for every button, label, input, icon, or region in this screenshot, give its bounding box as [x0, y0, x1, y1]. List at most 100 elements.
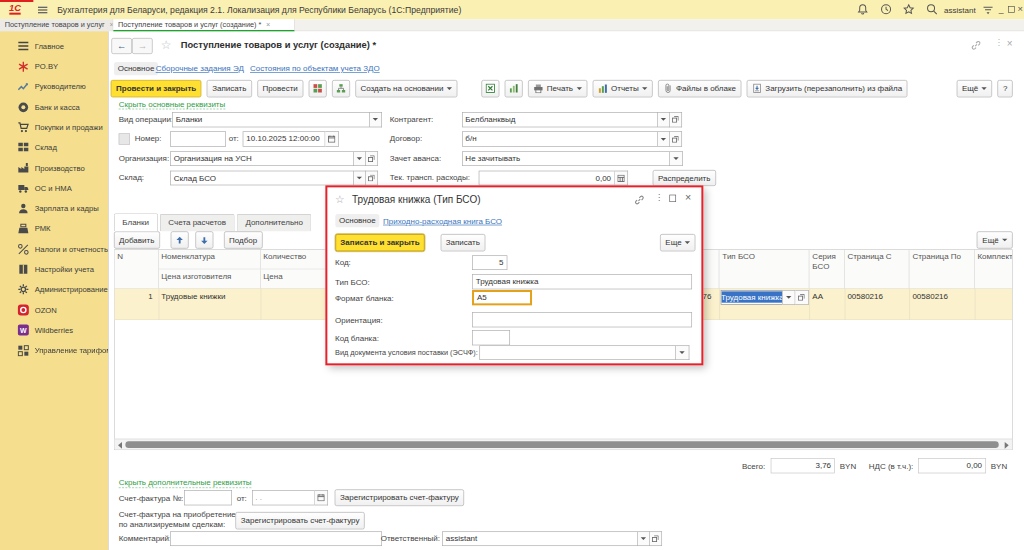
- horizontal-scrollbar[interactable]: [114, 438, 1012, 449]
- grid-tab-dopolnitelno[interactable]: Дополнительно: [237, 214, 312, 231]
- grid-more-button[interactable]: Ещё: [977, 232, 1013, 249]
- contract-open-icon[interactable]: [670, 132, 682, 147]
- sidebar-item-sklad[interactable]: Склад: [0, 137, 108, 157]
- hide-main-requisites-link[interactable]: Скрыть основные реквизиты: [119, 99, 226, 109]
- transport-calc-icon[interactable]: [615, 171, 628, 186]
- responsible-input[interactable]: assistant: [442, 531, 638, 546]
- sidebar-item-proizvodstvo[interactable]: Производство: [0, 158, 108, 178]
- history-clock-icon[interactable]: [880, 3, 892, 15]
- sidebar-item-pokupki-prodazhi[interactable]: Покупки и продажи: [0, 117, 108, 137]
- reports-button[interactable]: Отчеты: [592, 80, 652, 97]
- scrollbar-thumb[interactable]: [125, 441, 998, 448]
- modal-code-input[interactable]: 5: [472, 255, 507, 270]
- warehouse-open-icon[interactable]: [366, 171, 378, 186]
- grid-tab-blanki[interactable]: Бланки: [114, 213, 158, 231]
- date-calendar-icon[interactable]: [325, 132, 338, 147]
- restore-button[interactable]: [1008, 6, 1015, 13]
- minimize-button[interactable]: _: [999, 4, 1004, 14]
- number-lock-icon[interactable]: [119, 133, 130, 144]
- close-window-button[interactable]: ×: [1017, 3, 1022, 14]
- register-invoice-button[interactable]: Зарегистрировать счет-фактуру: [335, 489, 464, 506]
- advance-input[interactable]: Не зачитывать: [462, 151, 670, 166]
- favorite-star-icon[interactable]: ☆: [161, 38, 172, 53]
- sidebar-item-rmk[interactable]: РМК: [0, 219, 108, 239]
- sidebar-item-zarplata-kadry[interactable]: Зарплата и кадры: [0, 198, 108, 218]
- org-input[interactable]: Организация на УСН: [170, 151, 354, 166]
- org-dropdown-icon[interactable]: [354, 151, 366, 166]
- load-from-file-button[interactable]: Загрузить (перезаполнить) из файла: [747, 80, 908, 97]
- modal-doc-kind-dropdown-icon[interactable]: [676, 345, 689, 360]
- excel-icon[interactable]: [481, 80, 499, 97]
- comment-input[interactable]: [170, 531, 382, 546]
- post-and-close-button[interactable]: Провести и закрыть: [111, 80, 202, 97]
- bso-type-cell-input[interactable]: Трудовая книжка: [720, 290, 782, 305]
- invoice-calendar-icon[interactable]: [315, 490, 328, 505]
- contractor-dropdown-icon[interactable]: [658, 112, 670, 127]
- operation-dropdown-icon[interactable]: [370, 112, 382, 127]
- doc-nav-current[interactable]: Основное: [114, 62, 159, 75]
- date-input[interactable]: 10.10.2025 12:00:00: [243, 132, 326, 147]
- scroll-left-icon[interactable]: [118, 442, 122, 449]
- contractor-open-icon[interactable]: [670, 112, 682, 127]
- row-up-button[interactable]: [170, 232, 188, 249]
- org-open-icon[interactable]: [366, 151, 378, 166]
- notifications-bell-icon[interactable]: [857, 3, 869, 15]
- number-input[interactable]: [170, 132, 226, 147]
- doc-nav-link-sostoyaniya[interactable]: Состояния по объектам учета ЗДО: [250, 64, 380, 73]
- modal-type-input[interactable]: Трудовая книжка: [472, 274, 692, 289]
- grid-pick-button[interactable]: Подбор: [224, 232, 263, 249]
- help-button[interactable]: ?: [998, 80, 1013, 97]
- modal-blank-code-input[interactable]: [472, 330, 510, 345]
- scroll-right-icon[interactable]: [1005, 442, 1009, 449]
- post-button[interactable]: Провести: [257, 80, 303, 97]
- sidebar-item-wildberries[interactable]: WWildberries: [0, 320, 108, 340]
- search-icon[interactable]: [926, 3, 938, 15]
- related-documents-icon[interactable]: [332, 80, 350, 97]
- contract-dropdown-icon[interactable]: [658, 132, 670, 147]
- favorites-star-icon[interactable]: [903, 3, 915, 15]
- contract-input[interactable]: б/н: [462, 132, 658, 147]
- grid-tab-scheta[interactable]: Счета расчетов: [160, 214, 235, 231]
- main-menu-icon[interactable]: [38, 7, 47, 14]
- distribute-button[interactable]: Распределить: [653, 170, 716, 186]
- sidebar-item-poby[interactable]: PO.BY: [0, 56, 108, 76]
- modal-save-button[interactable]: Записать: [440, 234, 485, 251]
- tab-postuplenie-list[interactable]: Поступление товаров и услуг×: [0, 19, 113, 31]
- sidebar-item-rukovoditelyu[interactable]: Руководителю: [0, 77, 108, 97]
- bso-type-dropdown-icon[interactable]: [782, 290, 795, 305]
- create-based-on-button[interactable]: Создать на основании: [355, 80, 457, 97]
- cloud-files-button[interactable]: Файлы в облаке: [658, 80, 741, 97]
- modal-maximize-icon[interactable]: [669, 195, 676, 202]
- responsible-dropdown-icon[interactable]: [638, 531, 650, 546]
- warehouse-input[interactable]: Склад БСО: [170, 171, 354, 186]
- grid-add-button[interactable]: Добавить: [114, 232, 160, 249]
- row-down-button[interactable]: [195, 232, 213, 249]
- more-dots-icon[interactable]: ⋮: [995, 38, 1003, 47]
- operation-input[interactable]: Бланки: [172, 112, 370, 127]
- forward-button[interactable]: →: [132, 38, 153, 54]
- modal-star-icon[interactable]: ☆: [335, 192, 345, 205]
- tab-close-icon[interactable]: ×: [266, 20, 270, 28]
- modal-nav-link[interactable]: Приходно-расходная книга БСО: [383, 216, 502, 225]
- sidebar-item-nalogi[interactable]: Налоги и отчетность: [0, 239, 108, 259]
- sidebar-item-bank-kassa[interactable]: Банк и касса: [0, 97, 108, 117]
- structure-report-icon[interactable]: [505, 80, 523, 97]
- contractor-input[interactable]: Белбланквыд: [462, 112, 658, 127]
- modal-link-icon[interactable]: [634, 194, 645, 205]
- modal-more-button[interactable]: Еще: [660, 234, 696, 251]
- sidebar-item-nastroyki[interactable]: Настройки учета: [0, 259, 108, 279]
- transport-input[interactable]: 0,00: [479, 171, 615, 186]
- warehouse-dropdown-icon[interactable]: [354, 171, 366, 186]
- print-button[interactable]: Печать: [528, 80, 587, 97]
- more-button[interactable]: Ещё: [957, 80, 993, 97]
- close-form-icon[interactable]: ×: [1007, 38, 1013, 49]
- write-button[interactable]: Записать: [207, 80, 252, 97]
- sidebar-item-glavnoe[interactable]: Главное: [0, 36, 108, 56]
- advance-dropdown-icon[interactable]: [670, 151, 683, 166]
- invoice-date-input[interactable]: . .: [252, 490, 315, 505]
- register-invoice2-button[interactable]: Зарегистрировать счет-фактуру: [235, 512, 364, 529]
- current-user[interactable]: assistant: [944, 5, 976, 14]
- bso-type-open-icon[interactable]: [795, 290, 808, 305]
- modal-close-icon[interactable]: ×: [685, 192, 691, 204]
- sidebar-item-ozon[interactable]: OZON: [0, 300, 108, 320]
